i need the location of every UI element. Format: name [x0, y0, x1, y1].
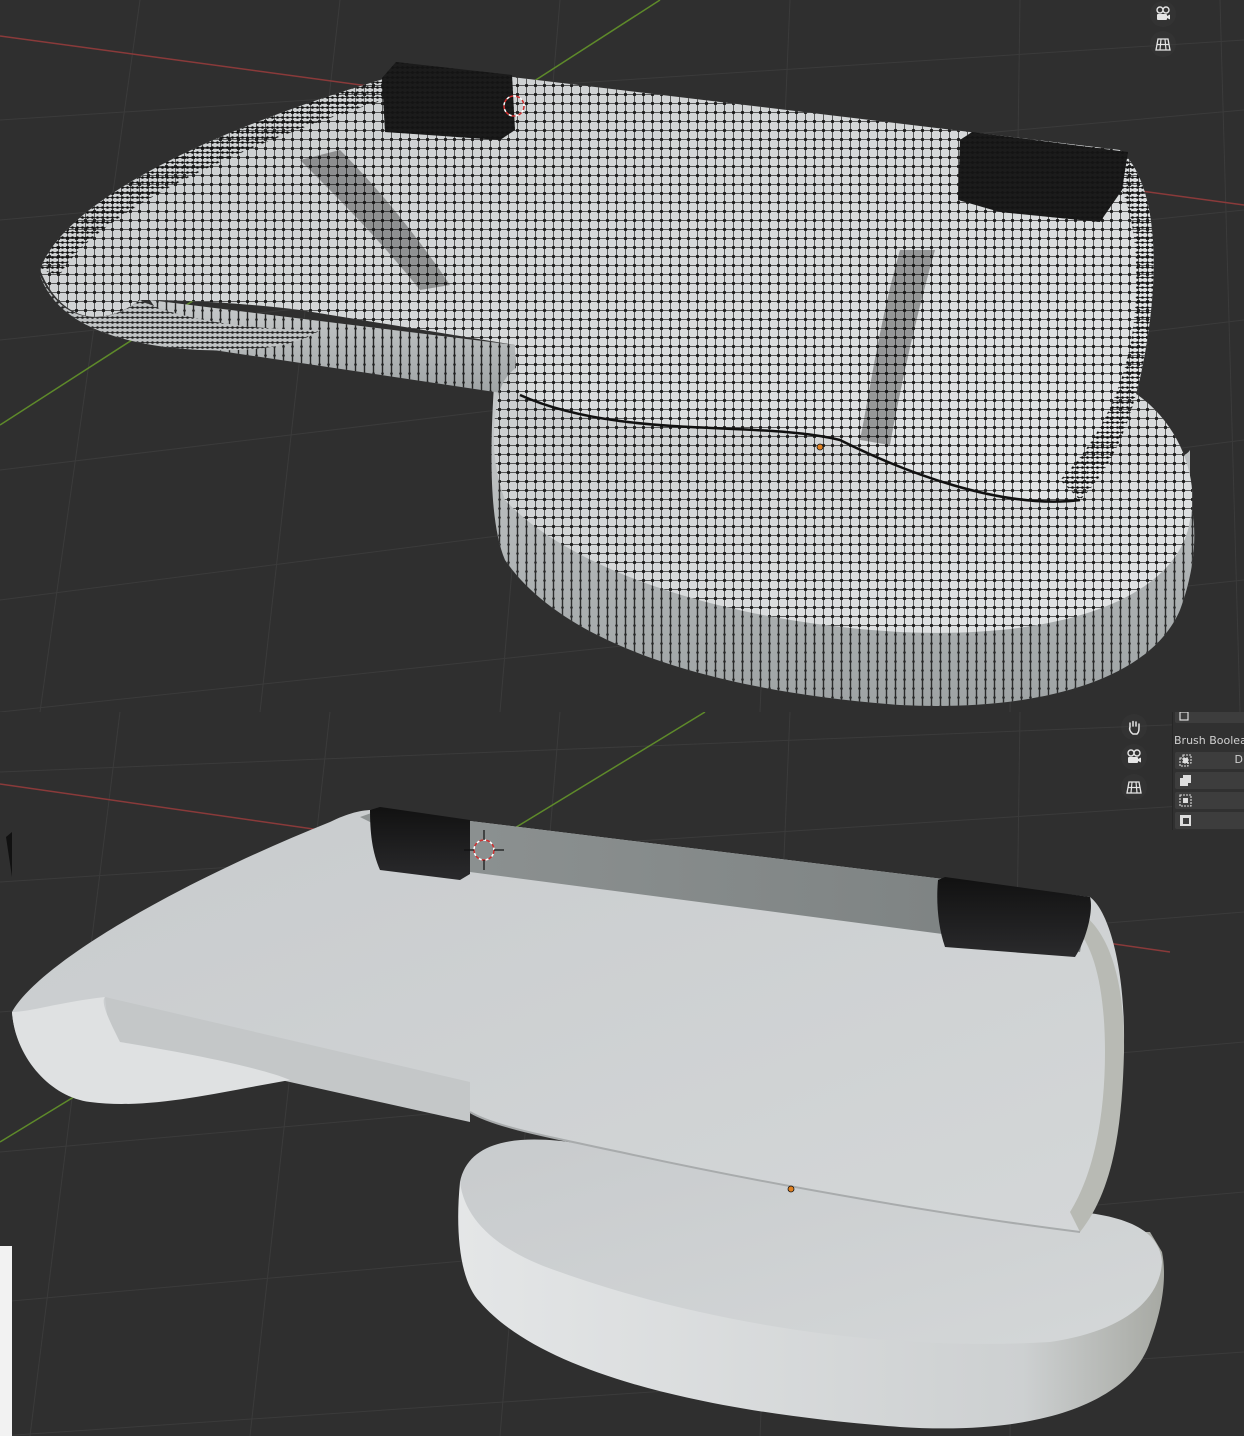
union-icon	[1180, 775, 1191, 786]
difference-icon	[1179, 794, 1192, 807]
mesh-object-wireframe[interactable]	[40, 62, 1195, 706]
pan-view-button[interactable]	[1121, 714, 1147, 740]
panel-row-slice[interactable]	[1175, 812, 1244, 829]
panel-row-intersect[interactable]: D	[1175, 752, 1244, 769]
object-origin[interactable]	[816, 443, 824, 451]
slice-icon	[1180, 815, 1191, 826]
panel-row-partial[interactable]	[1175, 712, 1244, 723]
mesh-object-solid[interactable]	[12, 807, 1165, 1429]
intersect-icon	[1179, 754, 1192, 767]
camera-view-button[interactable]	[1150, 1, 1176, 27]
camera-icon	[1127, 749, 1141, 763]
panel-row-difference[interactable]	[1175, 792, 1244, 809]
panel-row-value: D	[1234, 753, 1243, 766]
viewport-top-scene[interactable]	[0, 0, 1244, 712]
camera-view-button[interactable]	[1121, 744, 1147, 770]
left-panel-edge	[0, 1246, 12, 1436]
intersect-icon	[1179, 712, 1189, 721]
grid-icon	[1126, 781, 1142, 794]
edge-artifact	[6, 832, 12, 877]
viewport-bottom[interactable]: Brush Boolean D	[0, 712, 1244, 1436]
hand-icon	[1128, 720, 1140, 735]
camera-icon	[1156, 6, 1170, 20]
grid-icon	[1155, 38, 1171, 51]
brush-boolean-panel: Brush Boolean D	[1172, 712, 1244, 830]
panel-header: Brush Boolean	[1174, 734, 1244, 747]
ortho-grid-button[interactable]	[1121, 774, 1147, 800]
viewport-bottom-scene[interactable]	[0, 712, 1244, 1436]
ortho-grid-button[interactable]	[1150, 31, 1176, 57]
object-origin[interactable]	[787, 1185, 795, 1193]
panel-row-union[interactable]	[1175, 772, 1244, 789]
viewport-top[interactable]	[0, 0, 1244, 712]
